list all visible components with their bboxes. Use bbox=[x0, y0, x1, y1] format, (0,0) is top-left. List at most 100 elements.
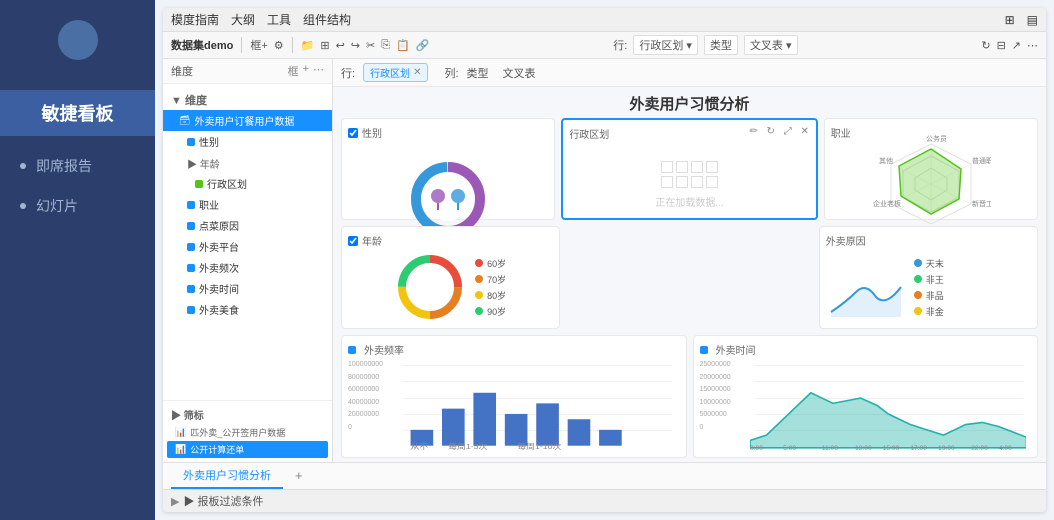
menu-item-tools[interactable]: 工具 bbox=[267, 11, 291, 28]
chart-district-actions: ✏ ↻ ⤢ ✕ bbox=[747, 124, 812, 138]
gender-donut-svg bbox=[403, 154, 493, 226]
main-content: 模度指南 大纲 工具 组件结构 ⊞ ▤ 数据集demo 框+ ⚙ 📁 ⊞ ↩ ↪… bbox=[155, 0, 1054, 520]
tree-content: ▼ 维度 🗃 外卖用户订餐用户数据 性别 ▶ 年龄 行政区划 bbox=[163, 84, 332, 400]
svg-text:每周1-10次: 每周1-10次 bbox=[517, 442, 561, 451]
chart-frequency-dot bbox=[348, 346, 356, 354]
app-menubar: 模度指南 大纲 工具 组件结构 ⊞ ▤ bbox=[163, 8, 1046, 32]
tree-item-platform[interactable]: 外卖平台 bbox=[163, 236, 332, 257]
tree-section-dimensions: ▼ 维度 bbox=[163, 88, 332, 110]
sidebar-item-adhoc[interactable]: 即席报告 bbox=[0, 146, 155, 186]
sidebar-item-dashboard[interactable]: 敏捷看板 bbox=[0, 90, 155, 136]
tree-item-frequency[interactable]: 外卖频次 bbox=[163, 257, 332, 278]
reason-chart-body: 天末 非王 非品 bbox=[826, 252, 1031, 322]
chart-gender-title: 性别 bbox=[348, 125, 548, 140]
svg-text:从不: 从不 bbox=[411, 443, 429, 451]
svg-text:11:00: 11:00 bbox=[821, 445, 837, 451]
tree-item-food[interactable]: 外卖美食 bbox=[163, 299, 332, 320]
tab-add[interactable]: + bbox=[283, 464, 315, 489]
toolbar-link[interactable]: 🔗 bbox=[416, 39, 430, 52]
chart-district-edit[interactable]: ✏ bbox=[747, 124, 761, 138]
reason-legend-0: 天末 bbox=[914, 257, 944, 270]
tree-expand-btn[interactable]: 框 bbox=[288, 63, 299, 79]
tree-bottom: ▶ 筛标 📊 匹外卖_公开签用户数据 📊 公开计算还单 bbox=[163, 400, 332, 462]
toolbar-more[interactable]: ⋯ bbox=[1027, 39, 1038, 52]
loading-cell-6 bbox=[676, 176, 688, 188]
chart-district-refresh[interactable]: ↻ bbox=[764, 124, 778, 138]
toolbar-cut[interactable]: ✂ bbox=[366, 39, 375, 52]
tree-more-btn[interactable]: ⋯ bbox=[313, 63, 324, 79]
svg-text:19:00: 19:00 bbox=[938, 445, 955, 451]
toolbar-redo[interactable]: ↪ bbox=[351, 39, 360, 52]
menu-item-outline[interactable]: 大纲 bbox=[231, 11, 255, 28]
filter-col-label: 列: bbox=[444, 65, 458, 81]
filter-row-label: 行: bbox=[341, 65, 355, 81]
sidebar-item-slides[interactable]: 幻灯片 bbox=[0, 186, 155, 226]
y-axis-frequency: 100000000 80000000 60000000 40000000 200… bbox=[348, 361, 398, 431]
frequency-bars-svg: 从不 每周1-5次 每周1-10次 bbox=[398, 361, 675, 451]
chart-age-checkbox[interactable] bbox=[348, 236, 358, 246]
filter-expand-icon[interactable]: ▶ bbox=[171, 495, 179, 508]
menu-item-components[interactable]: 组件结构 bbox=[303, 11, 351, 28]
chart-gender-checkbox[interactable] bbox=[348, 128, 358, 138]
toolbar-settings-btn[interactable]: ⚙ bbox=[274, 39, 284, 52]
loading-text: 正在加载数据... bbox=[655, 194, 723, 209]
tree-item-occupation[interactable]: 职业 bbox=[163, 194, 332, 215]
loading-cell-8 bbox=[706, 176, 718, 188]
age-legend: 60岁 70岁 80岁 bbox=[475, 257, 506, 318]
age-chart-body: 60岁 70岁 80岁 bbox=[348, 252, 553, 322]
tree-item-district[interactable]: 行政区划 bbox=[163, 173, 332, 194]
toolbar-filter-icon[interactable]: ⊟ bbox=[997, 39, 1006, 52]
loading-cell-2 bbox=[676, 161, 688, 173]
filter-type: 类型 bbox=[467, 65, 489, 81]
tree-item-gender[interactable]: 性别 bbox=[163, 131, 332, 152]
toolbar-undo[interactable]: ↩ bbox=[336, 39, 345, 52]
reason-legend: 天末 非王 非品 bbox=[914, 257, 944, 318]
bottom-tab-bar: 外卖用户习惯分析 + bbox=[163, 462, 1046, 489]
svg-text:新晋工作者: 新晋工作者 bbox=[972, 199, 991, 208]
tree-add-btn[interactable]: + bbox=[303, 63, 309, 79]
tree-item-time[interactable]: 外卖时间 bbox=[163, 278, 332, 299]
tree-bottom-item-public[interactable]: 📊 匹外卖_公开签用户数据 bbox=[167, 424, 328, 441]
svg-text:15:00: 15:00 bbox=[882, 445, 899, 451]
svg-text:17:00: 17:00 bbox=[910, 445, 927, 451]
loading-cell-4 bbox=[706, 161, 718, 173]
chart-age-title: 年龄 bbox=[348, 233, 553, 248]
toolbar-paste[interactable]: 📋 bbox=[396, 39, 410, 52]
menu-icon-grid[interactable]: ⊞ bbox=[1005, 13, 1015, 27]
chart-time-title: 外卖时间 bbox=[700, 342, 1032, 357]
toolbar-share[interactable]: ↗ bbox=[1012, 39, 1021, 52]
svg-text:13:00: 13:00 bbox=[855, 445, 872, 451]
toolbar-separator-2 bbox=[292, 37, 293, 53]
toolbar-row-filter[interactable]: 行政区划 ▾ bbox=[633, 35, 698, 55]
svg-text:5:00: 5:00 bbox=[783, 445, 796, 451]
toolbar-separator-1 bbox=[241, 37, 242, 53]
tree-item-reason[interactable]: 点菜原因 bbox=[163, 215, 332, 236]
toolbar-crosstab[interactable]: 文叉表 ▾ bbox=[744, 35, 798, 55]
bottom-filter-bar: ▶ ▶ 报板过滤条件 bbox=[163, 489, 1046, 512]
tree-bottom-item-calc[interactable]: 📊 公开计算还单 bbox=[167, 441, 328, 458]
chart-occupation: 职业 bbox=[824, 118, 1038, 220]
toolbar-folder-icon[interactable]: 📁 bbox=[301, 39, 315, 52]
chart-district-expand[interactable]: ⤢ bbox=[781, 124, 795, 138]
gender-chart-body: 49.99% 50.01% bbox=[348, 144, 548, 226]
app-toolbar: 数据集demo 框+ ⚙ 📁 ⊞ ↩ ↪ ✂ ⎘ 📋 🔗 行: 行政区划 ▾ 类… bbox=[163, 32, 1046, 59]
bottom-filter-label: ▶ 报板过滤条件 bbox=[183, 493, 263, 509]
dataset-name: 数据集demo bbox=[171, 37, 233, 53]
tab-user-habits[interactable]: 外卖用户习惯分析 bbox=[171, 463, 283, 489]
chart-gender: 性别 bbox=[341, 118, 555, 220]
toolbar-add-btn[interactable]: 框+ bbox=[250, 37, 267, 53]
menu-icon-layout[interactable]: ▤ bbox=[1027, 13, 1038, 27]
loading-cell-3 bbox=[691, 161, 703, 173]
age-donut-svg bbox=[395, 252, 465, 322]
menu-item-guide[interactable]: 模度指南 bbox=[171, 11, 219, 28]
tree-item-user-data[interactable]: 🗃 外卖用户订餐用户数据 bbox=[163, 110, 332, 131]
age-legend-80: 80岁 bbox=[475, 289, 506, 302]
toolbar-grid-icon[interactable]: ⊞ bbox=[320, 39, 329, 52]
toolbar-copy[interactable]: ⎘ bbox=[381, 39, 390, 52]
chart-time: 外卖时间 25000000 20000000 15000000 10000000… bbox=[693, 335, 1039, 458]
toolbar-col-filter[interactable]: 类型 bbox=[704, 35, 738, 55]
chart-district-close[interactable]: ✕ bbox=[798, 124, 812, 138]
sidebar-dot-slides bbox=[20, 203, 26, 209]
filter-tag-district[interactable]: 行政区划✕ bbox=[363, 63, 428, 82]
toolbar-refresh[interactable]: ↻ bbox=[981, 39, 990, 52]
